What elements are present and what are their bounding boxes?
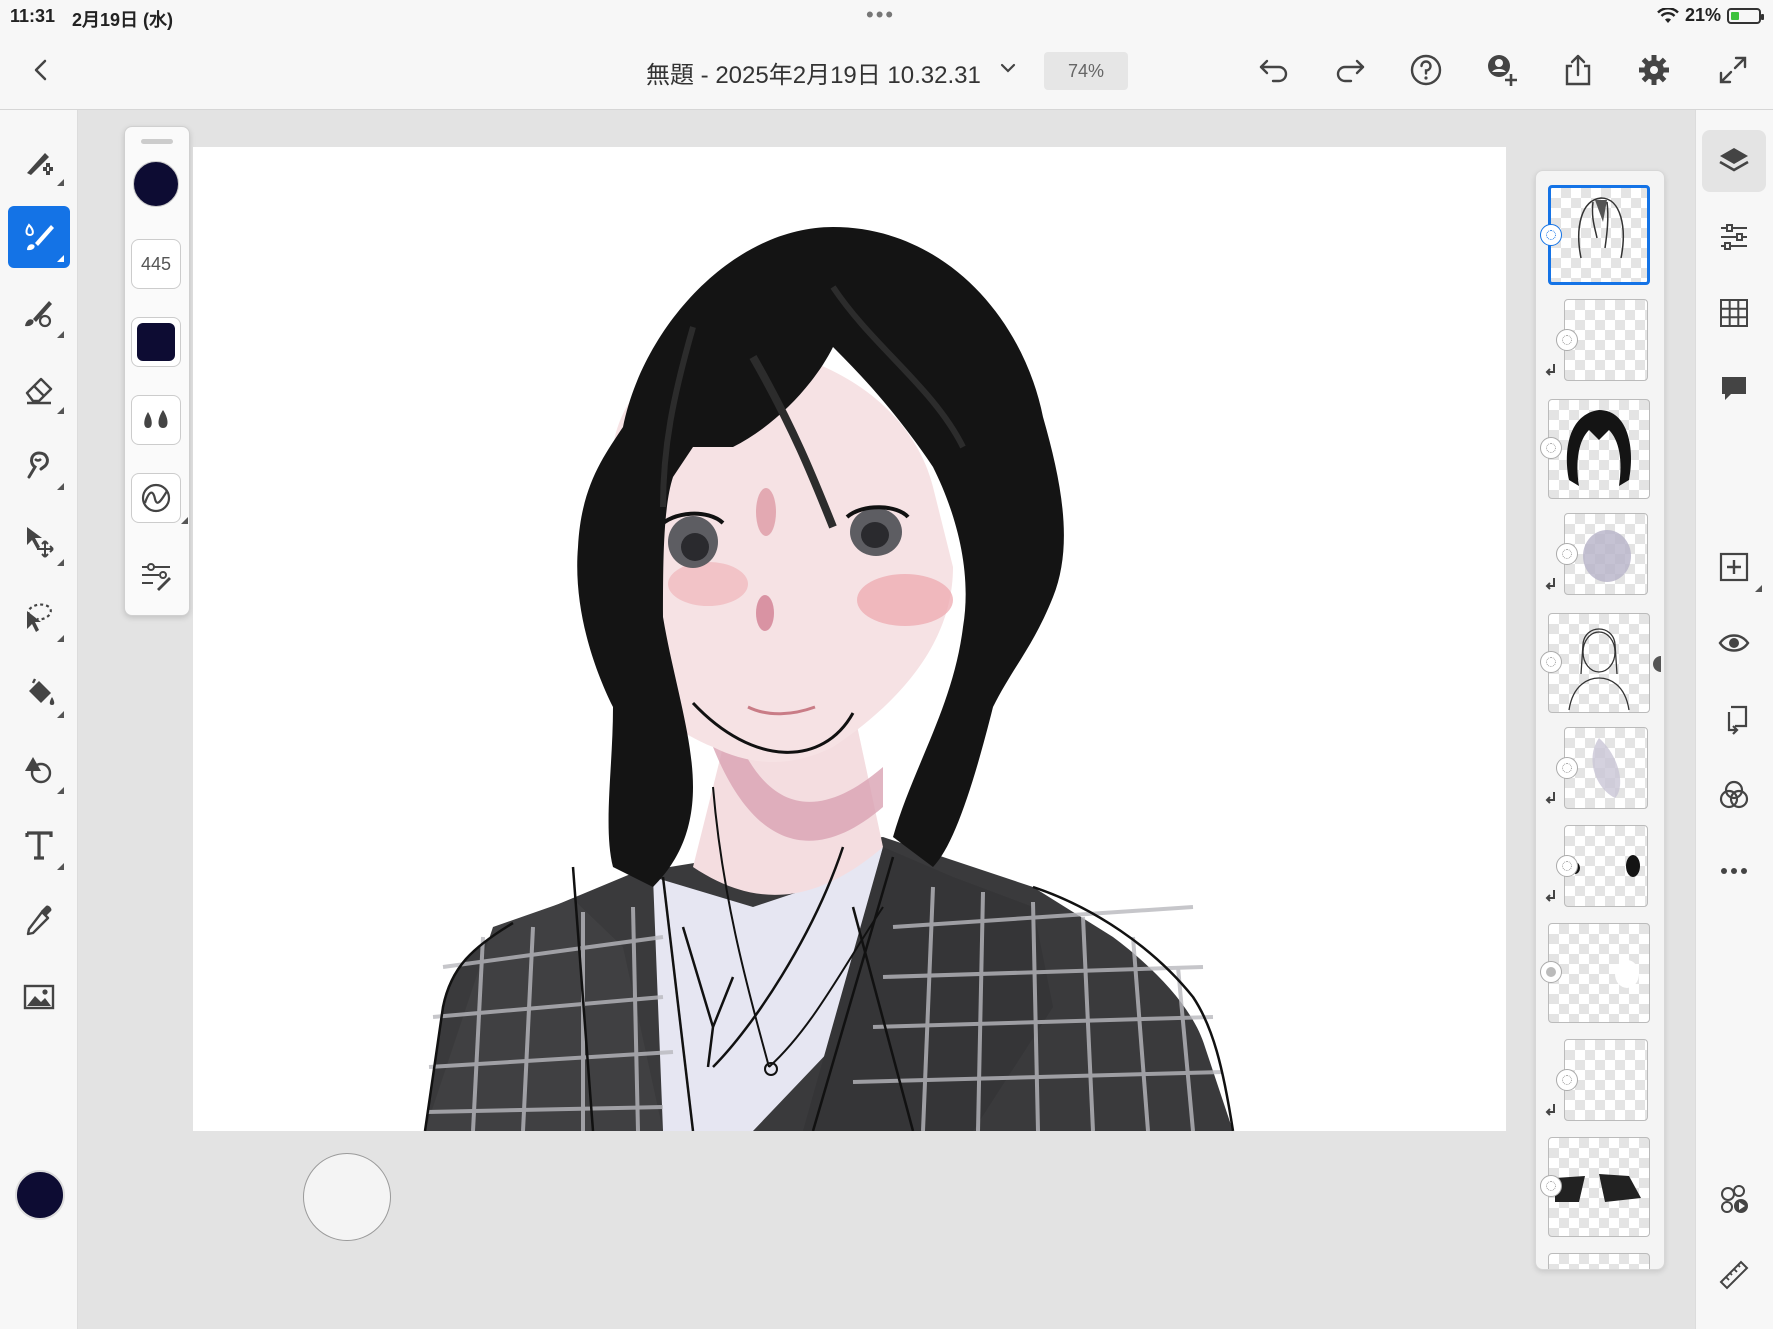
eyedropper-tool[interactable] [8, 890, 70, 952]
layer-visibility-toggle[interactable] [1540, 224, 1562, 246]
help-icon[interactable] [1406, 50, 1446, 90]
image-place-tool[interactable] [8, 966, 70, 1028]
clipping-mask-icon [1545, 578, 1555, 590]
smudge-tool[interactable] [8, 434, 70, 496]
text-tool[interactable] [8, 814, 70, 876]
blend-mode-icon[interactable] [1702, 764, 1766, 826]
layer-visibility-toggle[interactable] [1556, 329, 1578, 351]
add-layer-icon[interactable] [1702, 536, 1766, 598]
clipping-mask-icon [1545, 792, 1555, 804]
move-transform-tool[interactable] [8, 510, 70, 572]
touch-shortcut-button[interactable] [303, 1153, 391, 1241]
smoothing-icon[interactable] [131, 473, 188, 524]
multitask-dots-icon[interactable]: ••• [866, 2, 895, 28]
brush-size-value: 445 [140, 253, 172, 274]
shapes-tool[interactable] [8, 738, 70, 800]
lasso-select-tool[interactable] [8, 586, 70, 648]
layer-visibility-toggle[interactable] [1556, 757, 1578, 779]
layers-icon[interactable] [1702, 130, 1766, 192]
layer-thumbnail[interactable] [1548, 613, 1650, 713]
ruler-icon[interactable] [1702, 1244, 1766, 1306]
invite-user-icon[interactable] [1482, 50, 1522, 90]
layer-thumbnail[interactable] [1548, 923, 1650, 1023]
layer-thumbnail[interactable] [1548, 1137, 1650, 1237]
drawing-canvas[interactable] [193, 147, 1506, 1131]
clip-layer-icon[interactable] [1702, 688, 1766, 750]
vector-brush-tool[interactable] [8, 282, 70, 344]
comments-icon[interactable] [1702, 358, 1766, 420]
settings-gear-icon[interactable] [1634, 50, 1674, 90]
layers-panel [1535, 170, 1665, 1270]
right-sidebar [1695, 110, 1773, 1329]
status-right: 21% [1657, 5, 1764, 26]
battery-percent: 21% [1684, 5, 1721, 25]
chevron-down-icon[interactable] [998, 58, 1018, 78]
replay-timelapse-icon[interactable] [1702, 1168, 1766, 1230]
fill-bucket-tool[interactable] [8, 662, 70, 724]
eraser-tool[interactable] [8, 358, 70, 420]
layer-visibility-toggle[interactable] [1540, 961, 1562, 983]
tools-sidebar [0, 110, 78, 1329]
flow-drops-icon[interactable] [131, 395, 181, 445]
layer-visibility-toggle[interactable] [1540, 1175, 1562, 1197]
fullscreen-icon[interactable] [1713, 50, 1753, 90]
undo-icon[interactable] [1254, 50, 1294, 90]
layer-thumbnail[interactable] [1548, 1253, 1650, 1269]
layer-visibility-toggle[interactable] [1556, 543, 1578, 565]
status-time: 11:31 [10, 6, 56, 26]
brush-color-button[interactable] [131, 317, 181, 367]
panel-drag-handle[interactable] [141, 139, 173, 144]
current-color-swatch[interactable] [15, 1170, 65, 1220]
artwork-illustration [423, 227, 1235, 1131]
brush-properties-panel: 445 [124, 126, 190, 616]
clipping-mask-icon [1545, 1104, 1555, 1116]
share-icon[interactable] [1558, 50, 1598, 90]
grid-icon[interactable] [1702, 282, 1766, 344]
brush-size-field[interactable]: 445 [131, 239, 181, 289]
document-title[interactable]: 無題 - 2025年2月19日 10.32.31 [646, 55, 981, 90]
more-options-icon[interactable] [1702, 840, 1766, 902]
visibility-eye-icon[interactable] [1702, 612, 1766, 674]
layer-visibility-toggle[interactable] [1556, 855, 1578, 877]
layer-thumbnail[interactable] [1548, 185, 1650, 285]
back-icon[interactable] [26, 52, 56, 88]
status-date: 2月19日 (水) [72, 10, 174, 30]
brush-settings-icon[interactable] [131, 551, 181, 601]
clipping-mask-icon [1545, 890, 1555, 902]
layer-thumbnail[interactable] [1548, 399, 1650, 499]
top-toolbar: 無題 - 2025年2月19日 10.32.31 74% [0, 34, 1773, 110]
wifi-icon [1657, 7, 1679, 23]
redo-icon[interactable] [1330, 50, 1370, 90]
layer-visibility-toggle[interactable] [1540, 437, 1562, 459]
brush-preview-dot[interactable] [131, 159, 181, 209]
battery-icon [1727, 7, 1764, 24]
status-bar: 11:31 2月19日 (水) ••• 21% [0, 0, 1773, 34]
layer-visibility-toggle[interactable] [1540, 651, 1562, 673]
layer-properties-icon[interactable] [1702, 206, 1766, 268]
clipping-mask-icon [1545, 364, 1555, 376]
pixel-brush-tool[interactable] [8, 130, 70, 192]
zoom-level[interactable]: 74% [1044, 52, 1128, 90]
live-brush-tool[interactable] [8, 206, 70, 268]
layer-visibility-toggle[interactable] [1556, 1069, 1578, 1091]
